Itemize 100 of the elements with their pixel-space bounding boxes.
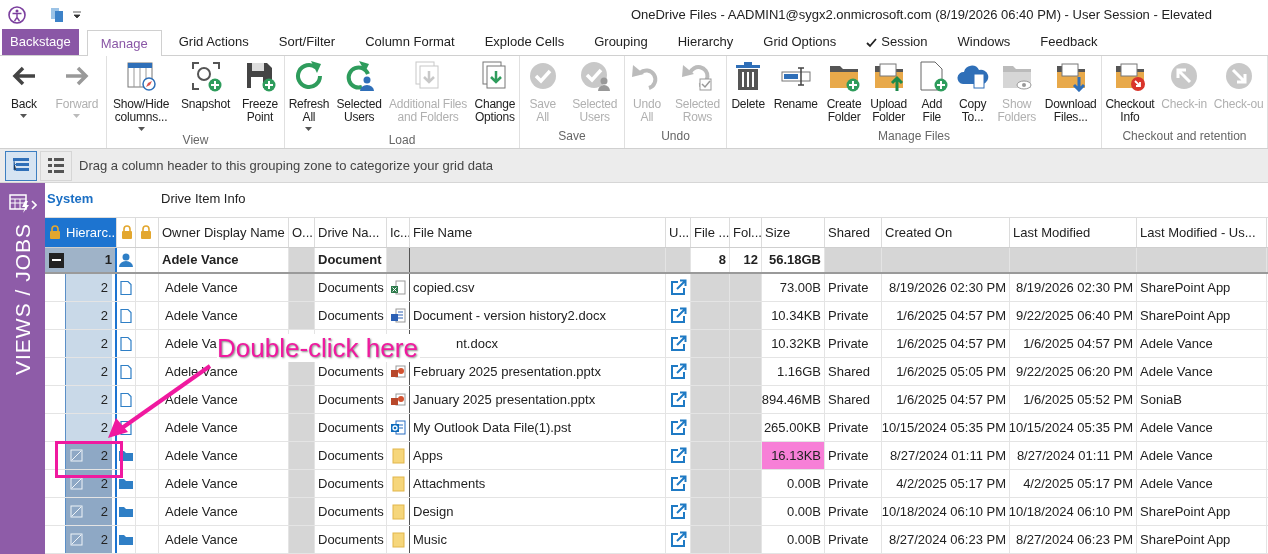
table-cell: 8/19/2026 02:30 PM: [882, 274, 1010, 301]
ribbon-tab[interactable]: Windows: [944, 29, 1024, 55]
folder-icon: [390, 503, 406, 520]
ribbon-button[interactable]: Show/Hide columns...: [112, 60, 170, 131]
folder-badge-icon: [1113, 60, 1146, 92]
column-header[interactable]: Size: [762, 217, 825, 248]
ribbon-tab[interactable]: Sort/Filter: [265, 29, 349, 55]
ribbon-button[interactable]: Add File: [915, 60, 948, 124]
slashed-square-icon: [70, 449, 83, 462]
person-icon: [118, 252, 134, 269]
table-compass-icon: [125, 60, 157, 92]
table-cell: 1/6/2025 04:57 PM: [882, 330, 1010, 357]
ribbon-button[interactable]: Upload Folder: [870, 60, 908, 124]
table-cell: Shared: [825, 358, 882, 385]
ribbon-button[interactable]: Download Files...: [1044, 60, 1097, 124]
ribbon-button[interactable]: Rename: [773, 60, 818, 111]
ribbon-tab[interactable]: Manage: [86, 30, 162, 56]
table-cell: 10/15/2024 05:35 PM: [1010, 414, 1137, 441]
column-header[interactable]: Shared: [825, 217, 882, 248]
ribbon-tab[interactable]: Grouping: [581, 29, 661, 55]
table-cell: Private: [825, 498, 882, 525]
table-cell: Adele Vance: [1137, 414, 1267, 441]
dropdown-caret-icon: [73, 114, 81, 118]
callout-text: Double-click here: [217, 334, 420, 362]
table-cell: 10/18/2024 06:10 PM: [882, 498, 1010, 525]
ribbon-tab[interactable]: Grid Options: [750, 29, 850, 55]
ribbon-button[interactable]: Refresh All: [288, 60, 330, 131]
tree-view-button[interactable]: [5, 150, 37, 181]
column-header[interactable]: Created On: [882, 217, 1010, 248]
ribbon-button[interactable]: Snapshot: [180, 60, 231, 111]
ribbon-button[interactable]: Freeze Point: [241, 60, 279, 124]
column-header[interactable]: Owner Display Name: [159, 217, 289, 248]
group-label: Save: [558, 128, 586, 145]
table-cell: 1.16GB: [762, 358, 825, 385]
group-label: Checkout and retention: [1122, 128, 1247, 145]
ribbon-tab[interactable]: Explode Cells: [471, 29, 578, 55]
table-cell: Documents: [315, 414, 387, 441]
ribbon-tab[interactable]: Session: [853, 29, 941, 55]
document-icon: [118, 279, 134, 296]
hierarchy-level: 2: [100, 306, 108, 325]
slides-file-icon: [390, 391, 406, 408]
table-cell: Attachments: [410, 470, 666, 497]
ribbon-button[interactable]: Create Folder: [826, 60, 862, 124]
external-link-icon: [669, 335, 687, 352]
table-cell: Private: [825, 526, 882, 553]
hierarchy-level: 2: [100, 530, 108, 549]
table-cell: Documents: [315, 498, 387, 525]
table-cell: Music: [410, 526, 666, 553]
ribbon-tab[interactable]: Column Format: [352, 29, 468, 55]
word-file-icon: [390, 307, 406, 324]
table-cell: Adele Vance: [159, 248, 289, 272]
external-link-icon: [669, 363, 687, 380]
ribbon-button[interactable]: Checkout Info: [1105, 60, 1155, 124]
collapse-toggle[interactable]: [49, 252, 64, 268]
lock-icon: [120, 225, 134, 240]
table-cell: My Outlook Data File(1).pst: [410, 414, 666, 441]
dropdown-caret-icon: [305, 127, 313, 131]
ribbon-button[interactable]: Change Options: [474, 60, 516, 124]
table-cell: 12: [730, 248, 762, 272]
hierarchy-level: 2: [100, 362, 108, 381]
mail-file-icon: [390, 419, 406, 436]
document-icon: [118, 335, 134, 352]
document-icon: [118, 307, 134, 324]
ribbon-button[interactable]: Delete: [731, 60, 765, 111]
backstage-button[interactable]: Backstage: [2, 29, 79, 55]
column-header[interactable]: Hierarc...: [45, 217, 117, 248]
band-header[interactable]: System: [45, 189, 159, 209]
ribbon-button[interactable]: Copy To...: [956, 60, 989, 124]
table-cell: 8/27/2024 06:23 PM: [882, 526, 1010, 553]
table-cell: Document: [315, 248, 387, 272]
ribbon-tab[interactable]: Grid Actions: [165, 29, 262, 55]
table-cell: Adele Vance: [1137, 470, 1267, 497]
accessibility-icon: [8, 6, 26, 24]
dropdown-caret-icon: [20, 114, 28, 118]
table-cell: 8/27/2024 01:11 PM: [1010, 442, 1137, 469]
list-icon: [47, 157, 65, 174]
table-cell: 1/6/2025 04:57 PM: [1010, 330, 1137, 357]
table-cell: Private: [825, 442, 882, 469]
ribbon-tab[interactable]: Feedback: [1027, 29, 1111, 55]
check-circle-user-icon: [578, 60, 611, 92]
lock-icon: [48, 225, 62, 240]
floppy-disk-icon: [244, 60, 276, 92]
table-cell: 10/15/2024 05:35 PM: [882, 414, 1010, 441]
table-cell: copied.csv: [410, 274, 666, 301]
table-cell: 8/27/2024 01:11 PM: [882, 442, 1010, 469]
ribbon-tab[interactable]: Hierarchy: [664, 29, 747, 55]
hierarchy-level: 2: [100, 446, 108, 465]
external-link-icon: [669, 447, 687, 464]
table-cell: 10/18/2024 06:10 PM: [1010, 498, 1137, 525]
band-header[interactable]: Drive Item Info: [159, 189, 248, 209]
table-cell: Apps: [410, 442, 666, 469]
list-view-button[interactable]: [40, 150, 72, 181]
ribbon-button[interactable]: Back: [7, 60, 40, 118]
column-header[interactable]: O...: [289, 217, 315, 248]
external-link-icon: [669, 419, 687, 436]
table-cell: SoniaB: [1137, 386, 1267, 413]
sidebar-label[interactable]: VIEWS / JOBS: [6, 223, 39, 376]
document-icon: [118, 391, 134, 408]
table-cell: SharePoint App: [1137, 302, 1267, 329]
ribbon-button[interactable]: Selected Users: [336, 60, 382, 124]
